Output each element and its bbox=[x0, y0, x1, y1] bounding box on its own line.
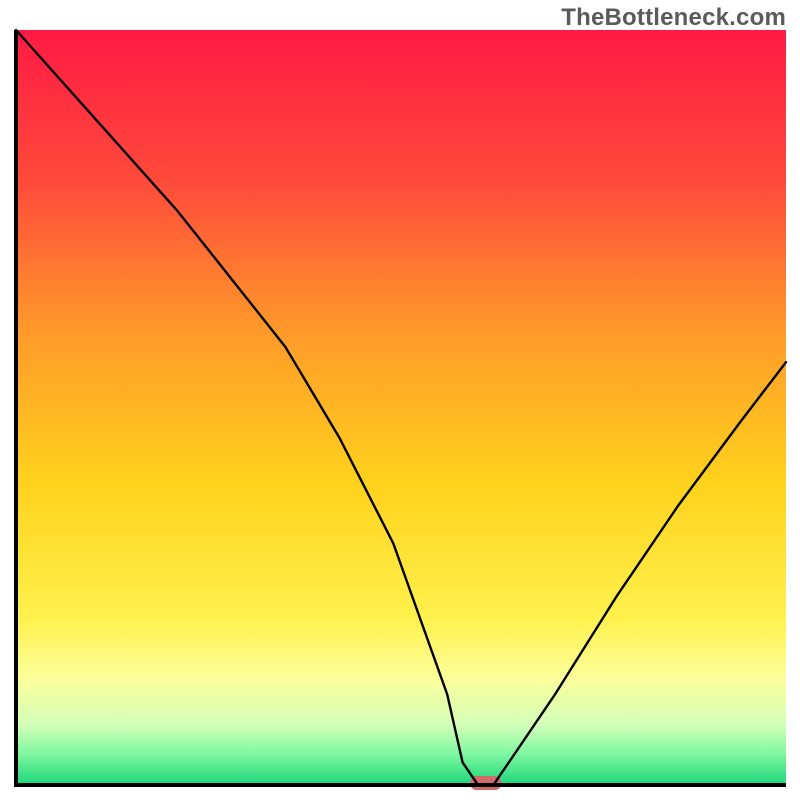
gradient-background bbox=[16, 30, 786, 785]
bottleneck-chart bbox=[0, 0, 800, 800]
plot-area bbox=[16, 30, 786, 790]
chart-container: TheBottleneck.com bbox=[0, 0, 800, 800]
